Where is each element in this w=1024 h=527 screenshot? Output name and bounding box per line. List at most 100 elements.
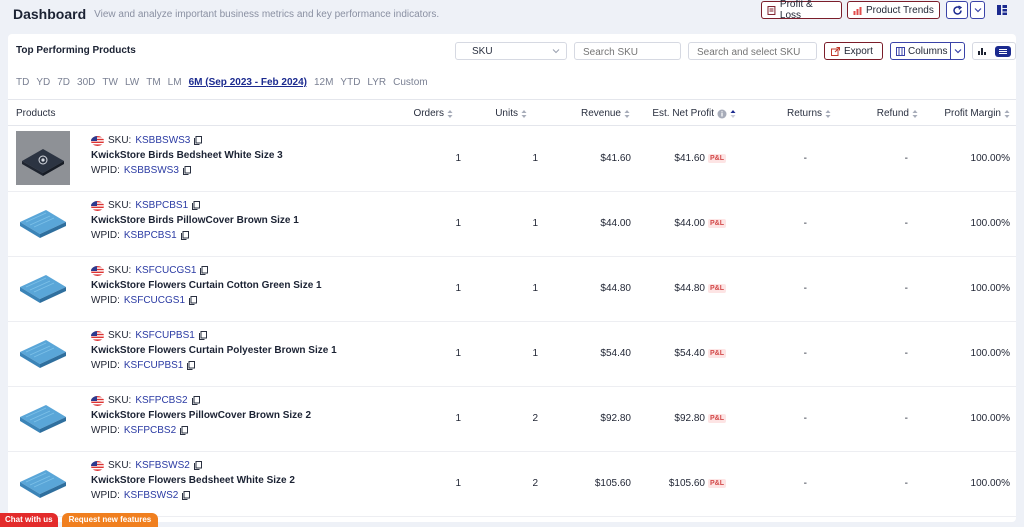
sku-label: SKU:	[108, 265, 132, 276]
copy-icon[interactable]	[180, 231, 189, 240]
copy-icon[interactable]	[200, 266, 209, 275]
search-type-select[interactable]: SKU	[455, 42, 567, 60]
col-orders[interactable]: Orders	[413, 108, 453, 119]
info-icon[interactable]	[717, 109, 727, 119]
request-features-button[interactable]: Request new features	[61, 513, 159, 527]
pl-badge[interactable]: P&L	[708, 478, 726, 488]
wpid-link[interactable]: KSFPCBS2	[124, 425, 176, 436]
search-type-value: SKU	[472, 46, 493, 57]
copy-icon[interactable]	[194, 136, 203, 145]
sort-icon	[1004, 109, 1010, 118]
wpid-link[interactable]: KSFCUPBS1	[124, 360, 183, 371]
margin-cell: 100.00%	[970, 283, 1010, 294]
product-name: KwickStore Flowers Bedsheet White Size 2	[91, 475, 295, 486]
period-yd[interactable]: YD	[36, 77, 50, 88]
sku-link[interactable]: KSFCUPBS1	[135, 330, 194, 341]
table-row[interactable]: SKU: KSBBSWS3 KwickStore Birds Bedsheet …	[8, 127, 1016, 192]
columns-button[interactable]: Columns	[890, 42, 965, 60]
product-info: SKU: KSFBSWS2 KwickStore Flowers Bedshee…	[91, 458, 295, 503]
col-units[interactable]: Units	[495, 108, 527, 119]
refresh-button[interactable]	[946, 1, 968, 19]
copy-icon[interactable]	[182, 166, 191, 175]
refund-cell: -	[904, 348, 908, 359]
col-revenue[interactable]: Revenue	[581, 108, 630, 119]
product-image	[16, 131, 70, 185]
sku-link[interactable]: KSBPCBS1	[135, 200, 188, 211]
sku-link[interactable]: KSBBSWS3	[135, 135, 190, 146]
columns-dropdown[interactable]	[950, 43, 964, 59]
sort-icon	[447, 109, 453, 118]
export-button[interactable]: Export	[824, 42, 883, 60]
sku-label: SKU:	[108, 460, 132, 471]
period-6m[interactable]: 6M (Sep 2023 - Feb 2024)	[189, 77, 307, 88]
refresh-options-button[interactable]	[970, 1, 985, 19]
copy-icon[interactable]	[180, 426, 189, 435]
chevron-down-icon	[954, 49, 961, 54]
us-flag-icon	[91, 135, 104, 146]
period-lw[interactable]: LW	[125, 77, 139, 88]
sku-search-input[interactable]	[574, 42, 681, 60]
period-tw[interactable]: TW	[102, 77, 118, 88]
wpid-link[interactable]: KSBBSWS3	[124, 165, 179, 176]
period-7d[interactable]: 7D	[57, 77, 70, 88]
sku-link[interactable]: KSFCUCGS1	[135, 265, 196, 276]
sku-label: SKU:	[108, 330, 132, 341]
table-row[interactable]: SKU: KSFPCBS2 KwickStore Flowers PillowC…	[8, 387, 1016, 452]
period-td[interactable]: TD	[16, 77, 29, 88]
sku-select-input[interactable]	[688, 42, 817, 60]
period-tabs: TD YD 7D 30D TW LW TM LM 6M (Sep 2023 - …	[16, 77, 428, 88]
table-row[interactable]: SKU: KSFCUPBS1 KwickStore Flowers Curtai…	[8, 322, 1016, 387]
pl-badge[interactable]: P&L	[708, 348, 726, 358]
period-tm[interactable]: TM	[146, 77, 160, 88]
period-custom[interactable]: Custom	[393, 77, 427, 88]
net-profit-cell: $105.60 P&L	[669, 478, 726, 489]
pl-badge[interactable]: P&L	[708, 283, 726, 293]
copy-icon[interactable]	[193, 461, 202, 470]
wpid-link[interactable]: KSFBSWS2	[124, 490, 178, 501]
wpid-label: WPID:	[91, 490, 120, 501]
table-row[interactable]: SKU: KSFCUCGS1 KwickStore Flowers Curtai…	[8, 257, 1016, 322]
col-net-profit[interactable]: Est. Net Profit	[652, 108, 736, 119]
copy-icon[interactable]	[198, 331, 207, 340]
pl-badge[interactable]: P&L	[708, 153, 726, 163]
col-products: Products	[16, 108, 56, 119]
product-info: SKU: KSFCUPBS1 KwickStore Flowers Curtai…	[91, 328, 337, 373]
copy-icon[interactable]	[187, 361, 196, 370]
pl-badge[interactable]: P&L	[708, 218, 726, 228]
table-row[interactable]: SKU: KSBPCBS1 KwickStore Birds PillowCov…	[8, 192, 1016, 257]
period-30d[interactable]: 30D	[77, 77, 95, 88]
net-profit-value: $41.60	[674, 153, 705, 164]
wpid-link[interactable]: KSBPCBS1	[124, 230, 177, 241]
top-products-card: Top Performing Products SKU Export Colum…	[8, 34, 1016, 522]
sku-link[interactable]: KSFBSWS2	[135, 460, 189, 471]
wpid-link[interactable]: KSFCUCGS1	[124, 295, 185, 306]
product-info: SKU: KSFPCBS2 KwickStore Flowers PillowC…	[91, 393, 311, 438]
profit-loss-button[interactable]: Profit & Loss	[761, 0, 842, 21]
table-row[interactable]: SKU: KSFBSWS2 KwickStore Flowers Bedshee…	[8, 452, 1016, 517]
chat-button[interactable]: Chat with us	[0, 513, 58, 527]
document-icon	[767, 5, 776, 15]
chart-view-icon[interactable]	[977, 46, 987, 56]
col-profit-margin[interactable]: Profit Margin	[944, 108, 1010, 119]
pl-badge[interactable]: P&L	[708, 413, 726, 423]
returns-cell: -	[803, 283, 807, 294]
copy-icon[interactable]	[192, 201, 201, 210]
sku-link[interactable]: KSFPCBS2	[135, 395, 187, 406]
copy-icon[interactable]	[191, 396, 200, 405]
layout-button[interactable]	[992, 1, 1012, 19]
period-ytd[interactable]: YTD	[340, 77, 360, 88]
copy-icon[interactable]	[189, 296, 198, 305]
period-12m[interactable]: 12M	[314, 77, 333, 88]
period-lyr[interactable]: LYR	[367, 77, 386, 88]
refund-cell: -	[904, 283, 908, 294]
col-returns[interactable]: Returns	[787, 108, 831, 119]
period-lm[interactable]: LM	[168, 77, 182, 88]
product-trends-button[interactable]: Product Trends	[847, 1, 940, 19]
table-view-icon[interactable]	[995, 45, 1011, 57]
chevron-down-icon	[552, 49, 560, 54]
refund-cell: -	[904, 478, 908, 489]
copy-icon[interactable]	[182, 491, 191, 500]
col-refund[interactable]: Refund	[877, 108, 918, 119]
us-flag-icon	[91, 330, 104, 341]
returns-cell: -	[803, 348, 807, 359]
